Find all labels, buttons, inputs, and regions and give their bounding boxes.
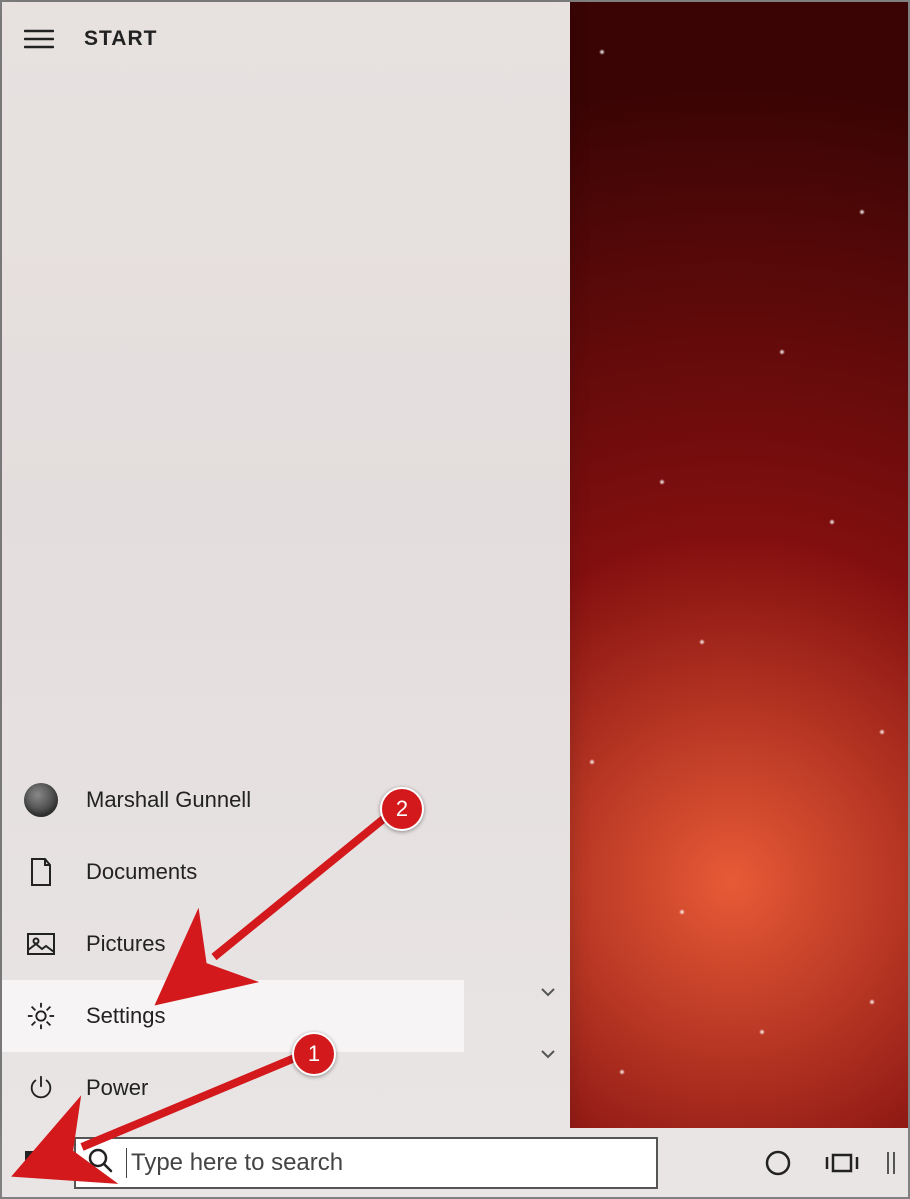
annotation-badge-1: 1 bbox=[292, 1032, 336, 1076]
start-menu-body bbox=[2, 76, 570, 764]
desktop-screen: START Marshall Gunnell Documents bbox=[0, 0, 910, 1199]
sidebar-item-pictures[interactable]: Pictures bbox=[2, 908, 570, 980]
windows-icon bbox=[23, 1148, 53, 1178]
taskbar-right bbox=[746, 1128, 908, 1197]
sidebar-item-settings[interactable]: Settings bbox=[2, 980, 464, 1052]
document-icon bbox=[24, 855, 58, 889]
chevron-down-icon[interactable] bbox=[538, 982, 558, 1002]
sidebar-item-documents[interactable]: Documents bbox=[2, 836, 570, 908]
pictures-icon bbox=[24, 927, 58, 961]
power-icon bbox=[24, 1071, 58, 1105]
sidebar-item-label: Settings bbox=[86, 1003, 166, 1029]
search-icon bbox=[86, 1146, 114, 1179]
avatar-icon bbox=[24, 783, 58, 817]
divider-icon bbox=[885, 1148, 897, 1178]
start-menu-header: START bbox=[2, 2, 570, 76]
sidebar-item-user[interactable]: Marshall Gunnell bbox=[2, 764, 570, 836]
task-view-button[interactable] bbox=[810, 1128, 874, 1197]
cortana-button[interactable] bbox=[746, 1128, 810, 1197]
sidebar-item-label: Documents bbox=[86, 859, 197, 885]
gear-icon bbox=[24, 999, 58, 1033]
annotation-badge-2: 2 bbox=[380, 787, 424, 831]
sidebar-item-label: Marshall Gunnell bbox=[86, 787, 251, 813]
sidebar-item-power[interactable]: Power bbox=[2, 1052, 570, 1124]
sidebar-item-label: Pictures bbox=[86, 931, 165, 957]
circle-icon bbox=[763, 1148, 793, 1178]
hamburger-icon[interactable] bbox=[24, 28, 54, 50]
sidebar-item-label: Power bbox=[86, 1075, 148, 1101]
start-menu: START Marshall Gunnell Documents bbox=[2, 2, 570, 1128]
start-menu-items: Marshall Gunnell Documents bbox=[2, 764, 570, 1128]
search-input[interactable] bbox=[126, 1148, 646, 1178]
start-menu-title: START bbox=[84, 27, 157, 51]
task-view-icon bbox=[823, 1148, 861, 1178]
taskbar-divider bbox=[874, 1128, 908, 1197]
chevron-down-icon[interactable] bbox=[538, 1044, 558, 1064]
start-button[interactable] bbox=[2, 1128, 74, 1197]
taskbar-search[interactable] bbox=[74, 1137, 658, 1189]
taskbar bbox=[2, 1128, 908, 1197]
